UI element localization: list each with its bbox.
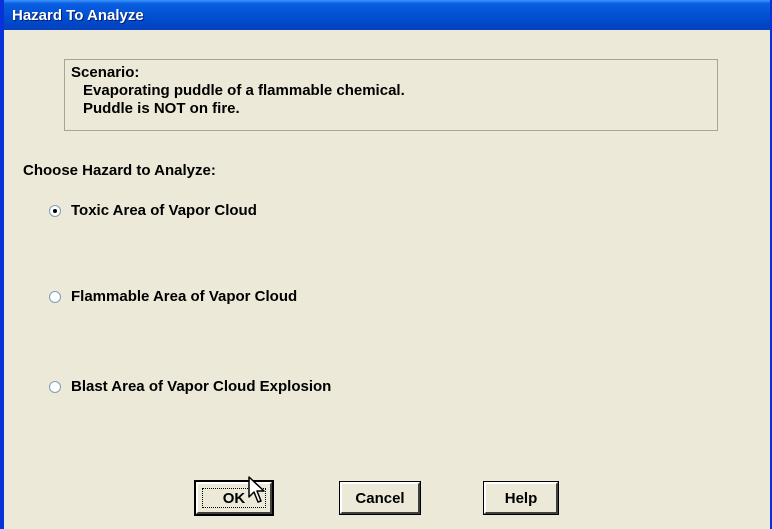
- hazard-dialog: Hazard To Analyze Scenario: Evaporating …: [0, 0, 772, 529]
- window-title: Hazard To Analyze: [12, 7, 144, 24]
- ok-label: OK: [222, 489, 246, 507]
- radio-flammable-area[interactable]: Flammable Area of Vapor Cloud: [49, 288, 297, 305]
- radio-button[interactable]: [49, 290, 61, 303]
- radio-label-toxic: Toxic Area of Vapor Cloud: [71, 202, 257, 219]
- title-bar[interactable]: Hazard To Analyze: [4, 0, 770, 30]
- radio-toxic-area[interactable]: Toxic Area of Vapor Cloud: [49, 202, 257, 219]
- choose-hazard-label: Choose Hazard to Analyze:: [23, 162, 216, 179]
- scenario-heading: Scenario:: [71, 64, 140, 81]
- radio-label-flammable: Flammable Area of Vapor Cloud: [71, 288, 298, 305]
- radio-button-selected[interactable]: [49, 204, 61, 217]
- help-label: Help: [504, 489, 538, 507]
- radio-label-blast: Blast Area of Vapor Cloud Explosion: [71, 378, 332, 395]
- scenario-box: Scenario: Evaporating puddle of a flamma…: [64, 59, 718, 131]
- mouse-pointer-icon: [248, 476, 265, 503]
- scenario-line-1: Evaporating puddle of a flammable chemic…: [83, 82, 405, 99]
- cancel-button[interactable]: Cancel: [339, 481, 421, 515]
- cancel-label: Cancel: [355, 489, 405, 507]
- radio-blast-area[interactable]: Blast Area of Vapor Cloud Explosion: [49, 378, 331, 395]
- help-button[interactable]: Help: [483, 481, 559, 515]
- scenario-line-2: Puddle is NOT on fire.: [83, 100, 240, 117]
- radio-button[interactable]: [49, 380, 61, 393]
